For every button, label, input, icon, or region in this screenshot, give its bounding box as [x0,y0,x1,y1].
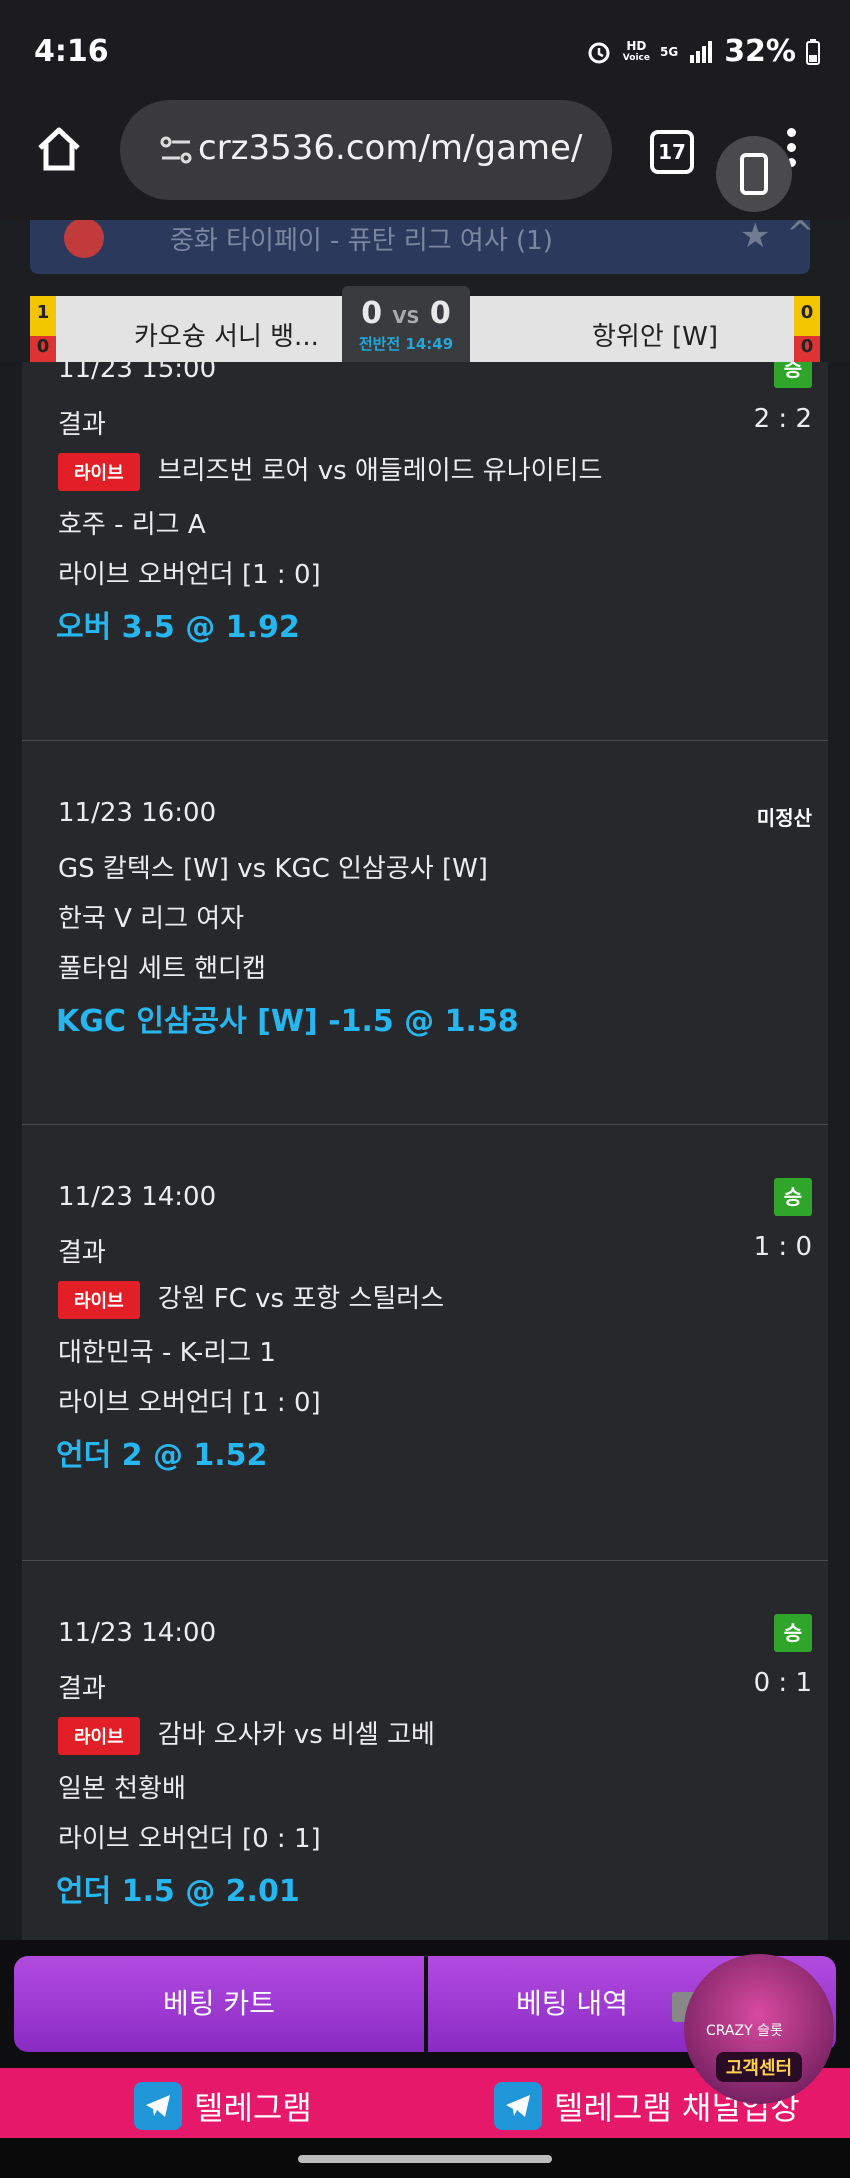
pending-status: 미정산 [756,806,812,830]
bet-datetime: 11/23 14:00 [58,1618,217,1648]
flag-icon [64,220,104,258]
telegram-icon [134,2082,182,2130]
result-label: 결과 [58,1674,106,1704]
bet-league: 일본 천황배 [58,1774,186,1804]
win-badge: 승 [774,1178,812,1216]
customer-center-label: 고객센터 [715,2052,803,2082]
bet-pick: 언더 2 @ 1.52 [56,1438,268,1473]
bet-market: 라이브 오버언더 [0 : 1] [58,1824,321,1854]
live-match-header[interactable]: 중화 타이페이 - 퓨탄 리그 여사 (1) ★ ^ 1 0 카오슝 서니 뱅.… [0,220,850,362]
bet-market: 라이브 오버언더 [1 : 0] [58,560,321,590]
result-score: 1 : 0 [753,1232,812,1262]
chevron-up-icon[interactable]: ^ [786,220,815,254]
bet-card: 11/23 14:00 승 결과 0 : 1 라이브 감바 오사카 vs 비셀 고… [22,1560,828,1940]
away-side-indicator: 0 0 [794,296,820,362]
device-switch-icon[interactable] [716,136,792,212]
hd-voice-icon: HD Voice [622,38,650,63]
result-score: 2 : 2 [753,404,812,434]
bet-match: 라이브 감바 오사카 vs 비셀 고베 [58,1714,435,1755]
bet-pick: 언더 1.5 @ 2.01 [56,1874,300,1909]
bet-market: 풀타임 세트 핸디캡 [58,954,266,984]
result-label: 결과 [58,1238,106,1268]
bet-card: 11/23 15:00 승 결과 2 : 2 라이브 브리즈번 로어 vs 애들레… [22,362,828,740]
live-badge: 라이브 [58,1716,140,1755]
signal-icon [690,40,713,63]
status-time: 4:16 [34,34,109,69]
bet-datetime: 11/23 15:00 [58,362,217,384]
battery-percent: 32% [724,34,796,69]
away-team: 항위안 [W] [592,322,719,352]
bet-datetime: 11/23 16:00 [58,798,217,828]
home-team: 카오슝 서니 뱅... [134,322,319,352]
bet-history-list[interactable]: 11/23 15:00 승 결과 2 : 2 라이브 브리즈번 로어 vs 애들레… [22,362,828,1940]
score-row[interactable]: 1 0 카오슝 서니 뱅... 0 VS 0 전반전 14:49 항위안 [W]… [30,286,820,362]
status-icons: HD Voice 5G 32% [585,34,820,69]
score-box: 0 VS 0 전반전 14:49 [342,286,470,362]
site-settings-icon[interactable] [158,132,194,168]
tab-switcher-button[interactable]: 17 [650,130,694,174]
bet-match: 라이브 강원 FC vs 포항 스틸러스 [58,1278,444,1319]
bet-datetime: 11/23 14:00 [58,1182,217,1212]
home-side-indicator: 1 0 [30,296,56,362]
battery-icon [806,38,820,65]
home-icon[interactable] [34,124,84,174]
result-label: 결과 [58,410,106,440]
url-text: crz3536.com/m/game/ [198,128,583,168]
telegram-link[interactable]: 텔레그램 [134,2082,312,2130]
bet-card: 11/23 16:00 미정산 GS 칼텍스 [W] vs KGC 인삼공사 [… [22,740,828,1124]
league-bar[interactable]: 중화 타이페이 - 퓨탄 리그 여사 (1) ★ ^ [30,220,815,274]
bet-cart-button[interactable]: 베팅 카트 [14,1956,424,2052]
home-gesture-pill[interactable] [298,2155,552,2163]
bet-market: 라이브 오버언더 [1 : 0] [58,1388,321,1418]
status-bar: 4:16 HD Voice 5G 32% [0,0,850,100]
bet-league: 한국 V 리그 여자 [58,904,245,934]
telegram-icon [494,2082,542,2130]
match-period: 전반전 14:49 [358,335,454,353]
bet-match: 라이브 브리즈번 로어 vs 애들레이드 유나이티드 [58,450,602,491]
bet-pick: 오버 3.5 @ 1.92 [56,610,300,645]
bet-league: 대한민국 - K-리그 1 [58,1338,276,1368]
favorite-star-icon[interactable]: ★ [740,220,770,256]
bet-match: GS 칼텍스 [W] vs KGC 인삼공사 [W] [58,854,488,884]
system-nav-bar [0,2138,850,2178]
live-badge: 라이브 [58,452,140,491]
bet-league: 호주 - 리그 A [58,510,206,540]
win-badge: 승 [774,1614,812,1652]
win-badge: 승 [774,362,812,388]
5g-icon: 5G [659,44,679,59]
live-badge: 라이브 [58,1280,140,1319]
url-bar[interactable]: crz3536.com/m/game/ [120,100,612,200]
result-score: 0 : 1 [753,1668,812,1698]
customer-center-button[interactable]: CRAZY 슬롯 고객센터 [684,1954,834,2104]
bet-pick: KGC 인삼공사 [W] -1.5 @ 1.58 [56,1004,519,1039]
league-name: 중화 타이페이 - 퓨탄 리그 여사 (1) [170,226,553,256]
mascot-brand: CRAZY 슬롯 [706,2023,783,2039]
bet-card: 11/23 14:00 승 결과 1 : 0 라이브 강원 FC vs 포항 스틸… [22,1124,828,1560]
alarm-icon [588,42,610,63]
